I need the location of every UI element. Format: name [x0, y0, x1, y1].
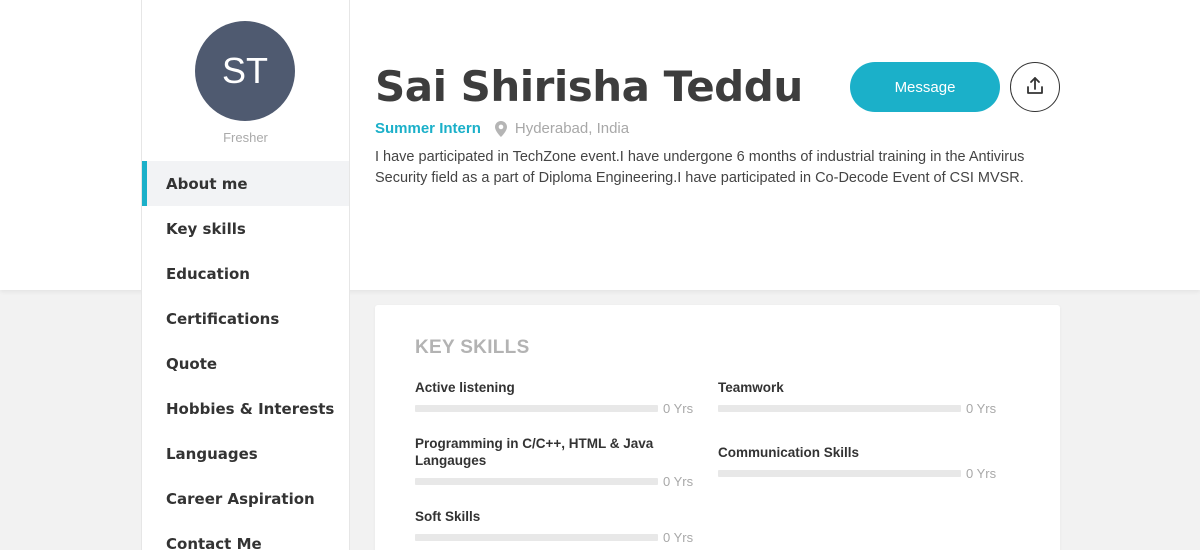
- skill-level-bar: [415, 534, 658, 541]
- share-button[interactable]: [1010, 62, 1060, 112]
- avatar-initials: ST: [221, 50, 268, 91]
- skill-years: 0 Yrs: [966, 401, 997, 416]
- skill-level-bar: [415, 478, 658, 485]
- key-skills-title: KEY SKILLS: [415, 337, 530, 358]
- skill-item: Soft Skills 0 Yrs: [415, 508, 705, 545]
- skill-level-bar: [718, 470, 961, 477]
- skill-years: 0 Yrs: [966, 466, 997, 481]
- skill-level-bar: [718, 405, 961, 412]
- profile-role: Summer Intern: [375, 120, 481, 137]
- nav-item-career-aspiration[interactable]: Career Aspiration: [142, 476, 349, 521]
- profile-sidebar: ST Fresher About me Key skills Education…: [141, 0, 350, 550]
- skill-years: 0 Yrs: [663, 530, 694, 545]
- skill-name: Teamwork: [718, 380, 784, 395]
- about-text: I have participated in TechZone event.I …: [375, 149, 1025, 186]
- nav-item-hobbies[interactable]: Hobbies & Interests: [142, 386, 349, 431]
- skill-item: Programming in C/C++, HTML & Java Langau…: [415, 435, 705, 489]
- skill-name: Soft Skills: [415, 509, 481, 524]
- skill-name: Communication Skills: [718, 445, 860, 460]
- skill-name: Programming in C/C++, HTML & Java Langau…: [415, 436, 654, 468]
- key-skills-card: KEY SKILLS Active listening 0 Yrs Teamwo…: [375, 305, 1060, 550]
- skill-name: Active listening: [415, 380, 515, 395]
- skill-level-bar: [415, 405, 658, 412]
- message-button[interactable]: Message: [850, 62, 1000, 112]
- nav-item-languages[interactable]: Languages: [142, 431, 349, 476]
- skill-item: Teamwork 0 Yrs: [718, 379, 1008, 416]
- nav-item-about-me[interactable]: About me: [142, 161, 349, 206]
- profile-name: Sai Shirisha Teddu: [375, 62, 803, 111]
- nav-item-key-skills[interactable]: Key skills: [142, 206, 349, 251]
- nav-item-education[interactable]: Education: [142, 251, 349, 296]
- nav-item-quote[interactable]: Quote: [142, 341, 349, 386]
- skill-years: 0 Yrs: [663, 474, 694, 489]
- skill-item: Communication Skills 0 Yrs: [718, 444, 1008, 481]
- nav-item-contact-me[interactable]: Contact Me: [142, 521, 349, 550]
- skill-item: Active listening 0 Yrs: [415, 379, 705, 416]
- experience-status: Fresher: [223, 130, 268, 145]
- profile-meta: Summer Intern Hyderabad, India: [375, 120, 629, 137]
- nav-item-certifications[interactable]: Certifications: [142, 296, 349, 341]
- section-nav: About me Key skills Education Certificat…: [142, 161, 349, 550]
- share-upload-icon: [1025, 76, 1045, 99]
- profile-location: Hyderabad, India: [514, 120, 630, 137]
- avatar: ST: [195, 21, 295, 121]
- skill-years: 0 Yrs: [663, 401, 694, 416]
- location-pin-icon: [494, 120, 507, 137]
